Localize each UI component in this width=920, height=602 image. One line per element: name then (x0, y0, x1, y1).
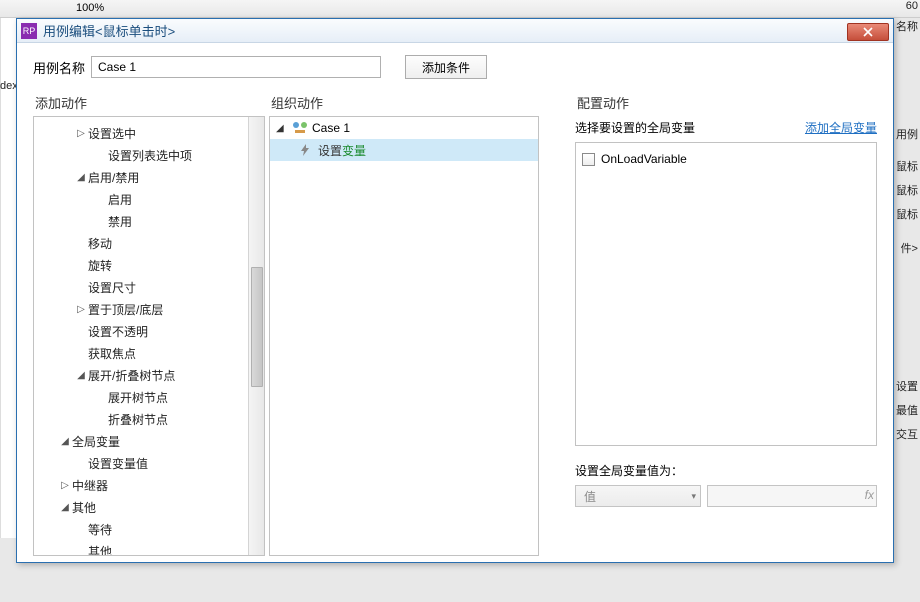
tree-item-label: 其他 (88, 541, 112, 556)
tree-item-label: 其他 (72, 497, 96, 519)
dialog-title: 用例编辑<鼠标单击时> (43, 21, 847, 40)
tree-item[interactable]: 禁用 (36, 211, 262, 233)
tree-item[interactable]: 启用 (36, 189, 262, 211)
tree-item-label: 等待 (88, 519, 112, 541)
scroll-thumb[interactable] (251, 267, 263, 387)
tree-item[interactable]: 折叠树节点 (36, 409, 262, 431)
tree-item[interactable]: ◢全局变量 (36, 431, 262, 453)
background-left-label: dex (0, 80, 16, 92)
close-icon (863, 27, 873, 37)
tree-item[interactable]: 设置尺寸 (36, 277, 262, 299)
fx-icon: fx (865, 488, 874, 502)
tree-item-label: 设置不透明 (88, 321, 148, 343)
tree-item[interactable]: 设置变量值 (36, 453, 262, 475)
chevron-down-icon: ▾ (691, 491, 696, 502)
tree-item-label: 置于顶层/底层 (88, 299, 163, 321)
tree-item[interactable]: 旋转 (36, 255, 262, 277)
tree-item-label: 折叠树节点 (108, 409, 168, 431)
tree-item[interactable]: ◢启用/禁用 (36, 167, 262, 189)
tree-item[interactable]: 其他 (36, 541, 262, 556)
titlebar[interactable]: RP 用例编辑<鼠标单击时> (17, 19, 893, 43)
tree-item-label: 移动 (88, 233, 112, 255)
variable-item[interactable]: OnLoadVariable (582, 149, 870, 169)
zoom-level: 100% (76, 2, 104, 14)
case-editor-dialog: RP 用例编辑<鼠标单击时> 用例名称 添加条件 添加动作 ▷设置选中设置列表选… (16, 18, 894, 563)
tree-item[interactable]: 移动 (36, 233, 262, 255)
tree-item[interactable]: ▷置于顶层/底层 (36, 299, 262, 321)
expand-closed-icon: ▷ (74, 123, 88, 145)
tree-item[interactable]: ◢其他 (36, 497, 262, 519)
app-icon: RP (21, 23, 37, 39)
tree-item-label: 禁用 (108, 211, 132, 233)
bolt-icon (298, 143, 312, 157)
tree-item-label: 设置变量值 (88, 453, 148, 475)
case-expand-icon: ◢ (276, 123, 288, 134)
tree-item-label: 设置选中 (88, 123, 136, 145)
action-tree-panel: ▷设置选中设置列表选中项◢启用/禁用启用禁用移动旋转设置尺寸▷置于顶层/底层设置… (33, 116, 265, 556)
value-expression-input[interactable]: fx (707, 485, 877, 507)
variable-name: OnLoadVariable (601, 152, 687, 166)
case-name-label: 用例名称 (33, 58, 85, 77)
tree-item[interactable]: 设置列表选中项 (36, 145, 262, 167)
action-text: 设置 (318, 142, 342, 159)
close-button[interactable] (847, 23, 889, 41)
case-name-input[interactable] (91, 56, 381, 78)
organize-panel: ◢ Case 1 设置 变量 (269, 116, 539, 556)
tree-item-label: 展开/折叠树节点 (88, 365, 175, 387)
tree-item-label: 中继器 (72, 475, 108, 497)
case-icon (292, 121, 308, 135)
tree-item[interactable]: ◢展开/折叠树节点 (36, 365, 262, 387)
tree-item-label: 启用 (108, 189, 132, 211)
tree-item[interactable]: ▷中继器 (36, 475, 262, 497)
tree-item[interactable]: 设置不透明 (36, 321, 262, 343)
add-global-variable-link[interactable]: 添加全局变量 (805, 119, 877, 136)
dropdown-selected: 值 (584, 488, 596, 505)
tree-item-label: 获取焦点 (88, 343, 136, 365)
expand-closed-icon: ▷ (74, 299, 88, 321)
tree-scrollbar[interactable] (248, 117, 264, 555)
case-row[interactable]: ◢ Case 1 (270, 117, 538, 139)
organize-action-heading: 组织动作 (269, 93, 539, 112)
variable-checkbox[interactable] (582, 153, 595, 166)
tree-item[interactable]: ▷设置选中 (36, 123, 262, 145)
case-label: Case 1 (312, 121, 350, 135)
set-value-label: 设置全局变量值为： (575, 462, 877, 479)
expand-open-icon: ◢ (74, 365, 88, 387)
expand-closed-icon: ▷ (58, 475, 72, 497)
configure-action-heading: 配置动作 (575, 93, 877, 112)
background-toolbar: 100% (0, 0, 920, 18)
add-condition-button[interactable]: 添加条件 (405, 55, 487, 79)
variable-list: OnLoadVariable (575, 142, 877, 446)
tree-item-label: 设置列表选中项 (108, 145, 192, 167)
expand-open-icon: ◢ (58, 497, 72, 519)
expand-open-icon: ◢ (74, 167, 88, 189)
add-action-heading: 添加动作 (33, 93, 265, 112)
tree-item[interactable]: 等待 (36, 519, 262, 541)
value-type-dropdown[interactable]: 值 ▾ (575, 485, 701, 507)
tree-item[interactable]: 展开树节点 (36, 387, 262, 409)
action-row-selected[interactable]: 设置 变量 (270, 139, 538, 161)
tree-item-label: 旋转 (88, 255, 112, 277)
action-variable: 变量 (342, 142, 366, 159)
tree-item-label: 设置尺寸 (88, 277, 136, 299)
tree-item-label: 全局变量 (72, 431, 120, 453)
tree-item[interactable]: 获取焦点 (36, 343, 262, 365)
expand-open-icon: ◢ (58, 431, 72, 453)
tree-item-label: 展开树节点 (108, 387, 168, 409)
bg-right-input: 60 (906, 0, 918, 12)
tree-item-label: 启用/禁用 (88, 167, 139, 189)
select-variable-label: 选择要设置的全局变量 (575, 119, 695, 136)
